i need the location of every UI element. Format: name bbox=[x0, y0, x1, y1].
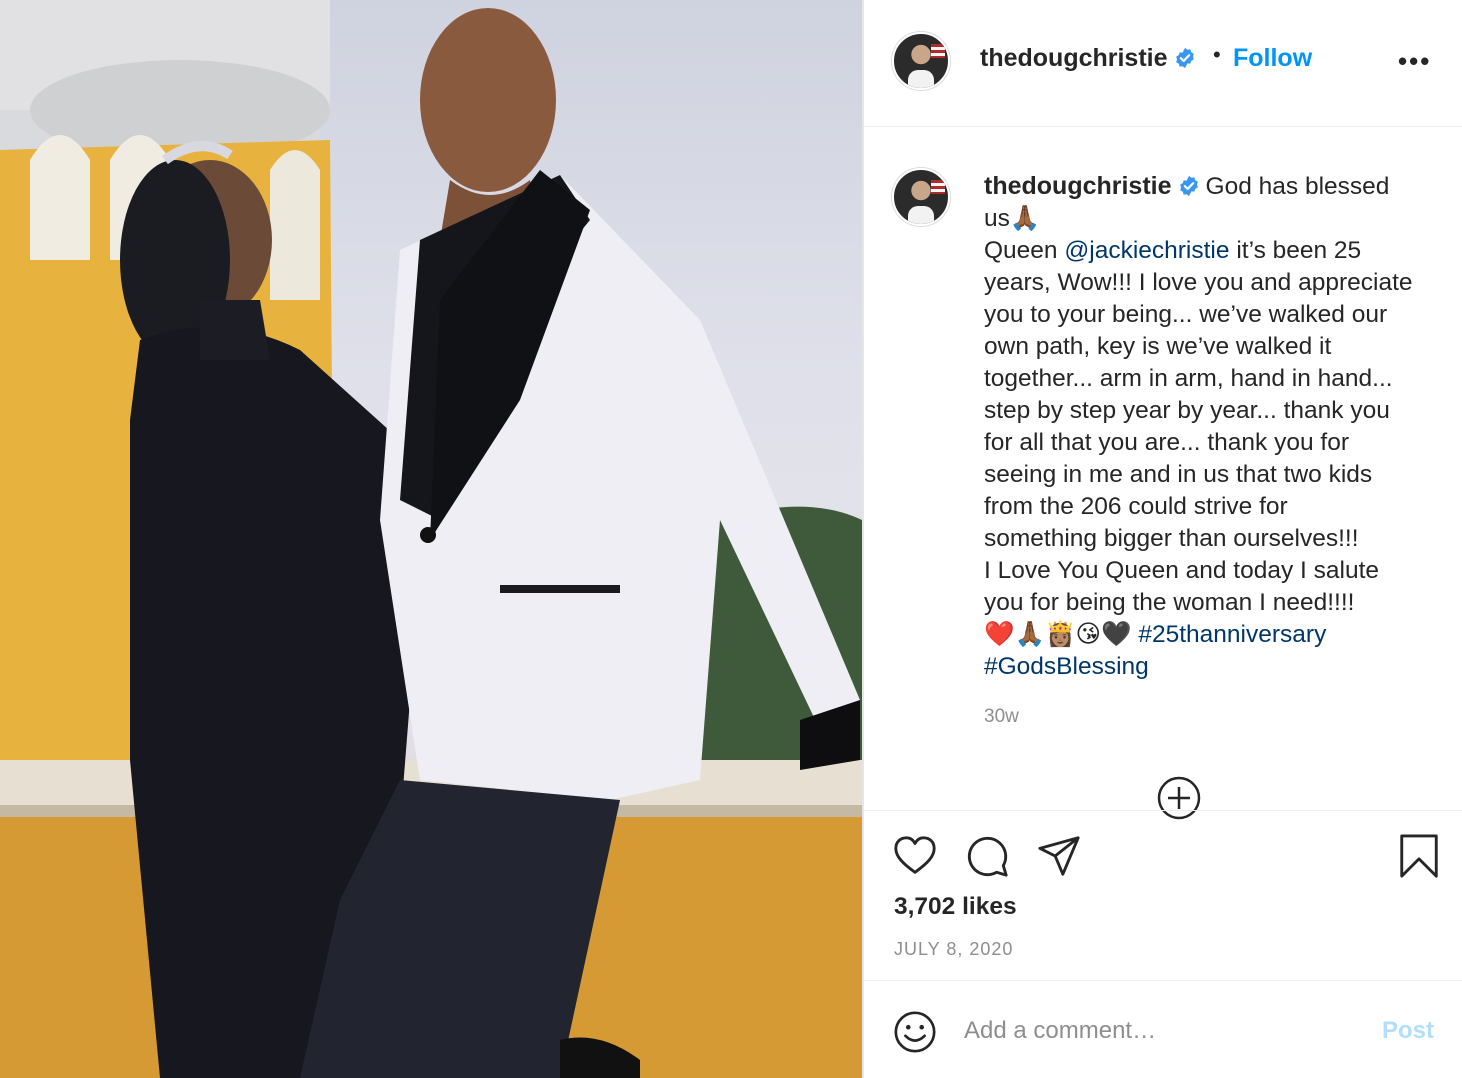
caption-text: thedougchristie God has blessed us🙏🏾 Quee… bbox=[984, 170, 1454, 683]
post-header: thedougchristie • Follow ••• bbox=[864, 0, 1462, 127]
caption-line: step by step year by year... thank you bbox=[984, 397, 1390, 424]
mention-link[interactable]: @jackiechristie bbox=[1064, 237, 1229, 264]
caption-author-avatar[interactable] bbox=[892, 168, 950, 226]
instagram-post-window: thedougchristie • Follow ••• thedougchri… bbox=[0, 0, 1462, 1078]
caption-line: own path, key is we’ve walked it bbox=[984, 333, 1332, 360]
save-bookmark-icon[interactable] bbox=[1396, 833, 1442, 879]
author-avatar[interactable] bbox=[892, 32, 950, 90]
hashtag-link[interactable]: #25thanniversary bbox=[1138, 621, 1326, 648]
caption-line: I Love You Queen and today I salute bbox=[984, 557, 1380, 584]
verified-badge-icon bbox=[1175, 47, 1194, 69]
comment-bar: Post bbox=[864, 980, 1462, 1078]
comment-input[interactable] bbox=[964, 1011, 1364, 1051]
author-username[interactable]: thedougchristie bbox=[980, 44, 1196, 73]
caption-line: for all that you are... thank you for bbox=[984, 429, 1349, 456]
caption-line: from the 206 could strive for bbox=[984, 493, 1288, 520]
caption-line: seeing in me and in us that two kids bbox=[984, 461, 1373, 488]
comment-icon[interactable] bbox=[964, 833, 1010, 879]
header-separator: • bbox=[1213, 42, 1221, 67]
post-actions: 3,702 likes JULY 8, 2020 bbox=[864, 810, 1462, 980]
like-count[interactable]: 3,702 likes bbox=[894, 893, 1017, 921]
caption-timestamp[interactable]: 30w bbox=[984, 706, 1019, 728]
caption-section: thedougchristie God has blessed us🙏🏾 Quee… bbox=[864, 128, 1462, 820]
author-username-text[interactable]: thedougchristie bbox=[980, 44, 1168, 72]
more-options-icon[interactable]: ••• bbox=[1398, 46, 1431, 77]
like-heart-icon[interactable] bbox=[892, 833, 938, 879]
caption-line: Queen bbox=[984, 237, 1058, 264]
caption-line: years, Wow!!! I love you and appreciate bbox=[984, 269, 1413, 296]
caption-line: together... arm in arm, hand in hand... bbox=[984, 365, 1393, 392]
emoji-picker-icon[interactable] bbox=[892, 1009, 938, 1055]
caption-emojis: ❤️🙏🏾👸🏽😘🖤 bbox=[984, 621, 1132, 648]
caption-line: something bigger than ourselves!!! bbox=[984, 525, 1359, 552]
share-direct-icon[interactable] bbox=[1036, 833, 1082, 879]
post-side-panel: thedougchristie • Follow ••• thedougchri… bbox=[864, 0, 1462, 1078]
verified-badge-icon bbox=[1179, 175, 1198, 197]
caption-line: it’s been 25 bbox=[1236, 237, 1362, 264]
caption-line: you to your being... we’ve walked our bbox=[984, 301, 1388, 328]
post-photo-image bbox=[0, 0, 862, 1078]
caption-line: us🙏🏾 bbox=[984, 205, 1041, 232]
caption-author-username[interactable]: thedougchristie bbox=[984, 172, 1172, 200]
follow-button[interactable]: Follow bbox=[1233, 44, 1312, 73]
hashtag-link[interactable]: #GodsBlessing bbox=[984, 653, 1149, 680]
post-comment-button[interactable]: Post bbox=[1382, 1017, 1434, 1045]
post-date[interactable]: JULY 8, 2020 bbox=[894, 939, 1013, 960]
post-photo[interactable] bbox=[0, 0, 862, 1078]
caption-line: God has blessed bbox=[1205, 173, 1390, 200]
caption-line: you for being the woman I need!!!! bbox=[984, 589, 1355, 616]
